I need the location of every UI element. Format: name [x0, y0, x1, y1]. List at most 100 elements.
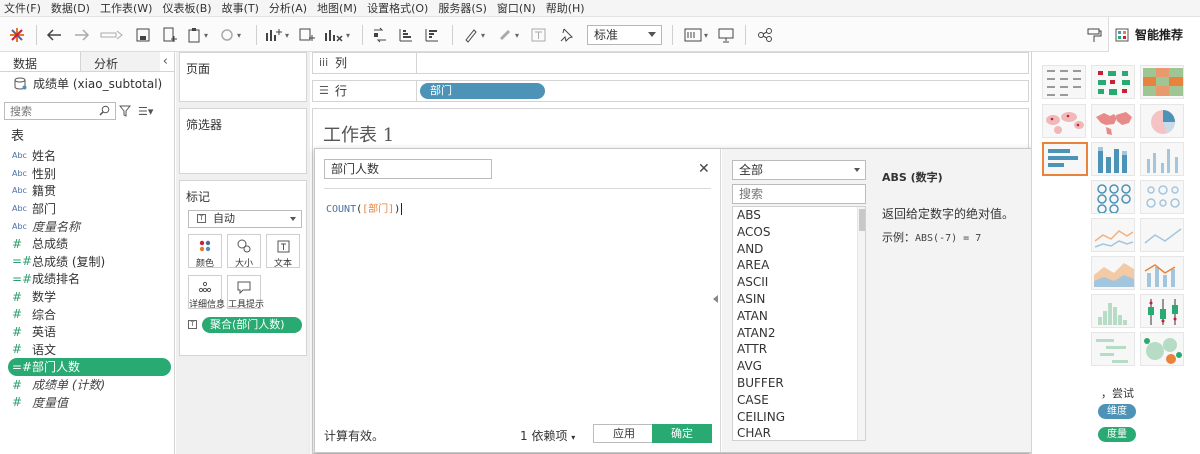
apply-button[interactable]: 应用	[593, 424, 655, 443]
line-continuous-thumbnail[interactable]	[1091, 218, 1135, 252]
function-list-scrollbar[interactable]	[857, 207, 865, 440]
calc-name-input[interactable]: 部门人数	[324, 159, 492, 179]
detail-button[interactable]: 详细信息	[188, 275, 225, 310]
field-item[interactable]: Abc 度量名称	[0, 217, 174, 235]
function-item[interactable]: ASIN	[733, 291, 865, 308]
datasource[interactable]: 成绩单 (xiao_subtotal)	[0, 72, 174, 94]
menu-server[interactable]: 服务器(S)	[438, 0, 487, 16]
list-view-icon[interactable]: ☰▾	[138, 105, 153, 118]
new-datasource-icon[interactable]	[162, 26, 178, 44]
tab-analysis[interactable]: 分析	[80, 52, 160, 71]
function-item[interactable]: ATTR	[733, 341, 865, 358]
ok-button[interactable]: 确定	[652, 424, 712, 443]
text-button[interactable]: 文本	[266, 234, 300, 269]
sort-descending-icon[interactable]	[424, 26, 440, 44]
field-item[interactable]: Abc 姓名	[0, 147, 174, 165]
function-item[interactable]: AND	[733, 241, 865, 258]
menu-file[interactable]: 文件(F)	[4, 0, 41, 16]
field-item[interactable]: =# 部门人数	[8, 358, 171, 376]
field-item[interactable]: # 英语	[0, 323, 174, 341]
stacked-bar-thumbnail[interactable]	[1091, 142, 1135, 176]
refresh-icon[interactable]: ▾	[219, 26, 241, 44]
format-painter-icon[interactable]	[1086, 26, 1102, 44]
save-icon[interactable]	[136, 26, 150, 44]
dependencies-dropdown[interactable]: 1 依赖项 ▾	[520, 427, 575, 444]
function-item[interactable]: ATAN2	[733, 325, 865, 342]
highlight-table-thumbnail[interactable]	[1140, 65, 1184, 99]
box-plot-thumbnail[interactable]	[1140, 294, 1184, 328]
gantt-thumbnail[interactable]	[1091, 332, 1135, 366]
redo-icon[interactable]	[74, 26, 90, 44]
field-item[interactable]: # 度量值	[0, 393, 174, 411]
field-item[interactable]: # 数学	[0, 288, 174, 306]
function-item[interactable]: BUFFER	[733, 375, 865, 392]
function-search-input[interactable]	[732, 184, 866, 204]
swap-rows-columns-icon[interactable]	[372, 26, 388, 44]
fit-select[interactable]: 标准	[587, 25, 662, 45]
rows-shelf[interactable]: ☰ 行 部门	[312, 80, 1029, 102]
circle-view-thumbnail[interactable]	[1091, 180, 1135, 214]
function-item[interactable]: ATAN	[733, 308, 865, 325]
function-item[interactable]: ABS	[733, 207, 865, 224]
menu-help[interactable]: 帮助(H)	[546, 0, 585, 16]
field-item[interactable]: # 总成绩	[0, 235, 174, 253]
side-by-side-bar-thumbnail[interactable]	[1140, 142, 1184, 176]
function-category-select[interactable]: 全部	[732, 160, 866, 180]
packed-bubbles-thumbnail[interactable]	[1140, 332, 1184, 366]
field-item[interactable]: # 语文	[0, 341, 174, 359]
field-item[interactable]: =# 成绩排名	[0, 270, 174, 288]
close-icon[interactable]: ✕	[698, 161, 710, 177]
filters-card[interactable]: 筛选器	[179, 108, 307, 174]
histogram-thumbnail[interactable]	[1091, 294, 1135, 328]
clear-sheet-icon[interactable]: ▾	[324, 26, 350, 44]
group-icon[interactable]: ▾	[497, 26, 519, 44]
function-item[interactable]: AVG	[733, 358, 865, 375]
color-button[interactable]: 颜色	[188, 234, 222, 269]
filter-icon[interactable]	[119, 105, 131, 117]
menu-format[interactable]: 设置格式(O)	[367, 0, 428, 16]
marks-field-pill[interactable]: T 聚合(部门人数)	[188, 317, 304, 333]
collapse-icon[interactable]: ‹	[163, 54, 168, 69]
pin-icon[interactable]	[558, 26, 574, 44]
card-toggle-icon[interactable]: ▾	[684, 26, 708, 44]
filled-map-thumbnail[interactable]	[1091, 104, 1135, 138]
mark-type-select[interactable]: T 自动	[188, 210, 302, 228]
share-icon[interactable]	[757, 26, 773, 44]
labels-icon[interactable]	[531, 26, 547, 44]
function-item[interactable]: ASCII	[733, 274, 865, 291]
tab-data[interactable]: 数据	[0, 52, 80, 71]
show-me-tab[interactable]: 智能推荐	[1108, 17, 1200, 52]
highlight-icon[interactable]: ▾	[463, 26, 485, 44]
presentation-mode-icon[interactable]	[718, 26, 734, 44]
size-button[interactable]: 大小	[227, 234, 261, 269]
horizontal-bar-thumbnail[interactable]	[1042, 142, 1088, 176]
columns-shelf[interactable]: iii 列	[312, 52, 1029, 74]
menu-analysis[interactable]: 分析(A)	[269, 0, 307, 16]
paste-datasource-icon[interactable]: ▾	[188, 26, 208, 44]
new-worksheet-icon[interactable]: ▾	[265, 26, 289, 44]
sort-ascending-icon[interactable]	[398, 26, 414, 44]
function-item[interactable]: CHAR	[733, 425, 865, 440]
tableau-logo-icon[interactable]	[8, 26, 26, 44]
menu-window[interactable]: 窗口(N)	[497, 0, 536, 16]
field-item[interactable]: # 综合	[0, 305, 174, 323]
aggregate-pill[interactable]: 聚合(部门人数)	[202, 317, 302, 333]
pages-card[interactable]: 页面	[179, 52, 307, 102]
function-item[interactable]: AREA	[733, 257, 865, 274]
area-chart-thumbnail[interactable]	[1091, 256, 1135, 290]
side-by-side-circle-thumbnail[interactable]	[1140, 180, 1184, 214]
dual-combination-thumbnail[interactable]	[1140, 256, 1184, 290]
collapse-arrow-icon[interactable]	[713, 295, 718, 303]
sheet-title[interactable]: 工作表 1	[323, 121, 394, 147]
heatmap-thumbnail[interactable]	[1091, 65, 1135, 99]
tooltip-button[interactable]: 工具提示	[227, 275, 264, 310]
pie-chart-thumbnail[interactable]	[1140, 104, 1184, 138]
function-item[interactable]: CEILING	[733, 409, 865, 426]
function-item[interactable]: CASE	[733, 392, 865, 409]
field-item[interactable]: # 成绩单 (计数)	[0, 376, 174, 394]
duplicate-sheet-icon[interactable]	[298, 26, 316, 44]
search-icon[interactable]	[99, 105, 110, 116]
symbol-map-thumbnail[interactable]	[1042, 104, 1086, 138]
field-item[interactable]: Abc 籍贯	[0, 182, 174, 200]
menu-data[interactable]: 数据(D)	[51, 0, 90, 16]
